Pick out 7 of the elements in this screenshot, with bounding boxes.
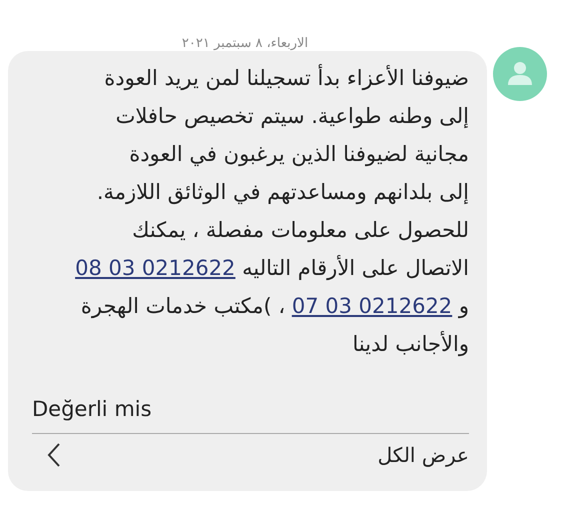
phone-link[interactable]: 08 03 0212622 bbox=[75, 256, 236, 280]
contact-avatar-icon bbox=[493, 47, 547, 101]
signature-text: Değerli mis bbox=[31, 397, 153, 421]
chevron-left-icon[interactable] bbox=[46, 442, 62, 468]
phone-link[interactable]: 07 03 0212622 bbox=[292, 294, 452, 318]
message-date: الاربعاء، ٨ سبتمبر ٢٠٢١ bbox=[180, 35, 310, 51]
view-all-button[interactable]: عرض الكل bbox=[378, 443, 469, 467]
